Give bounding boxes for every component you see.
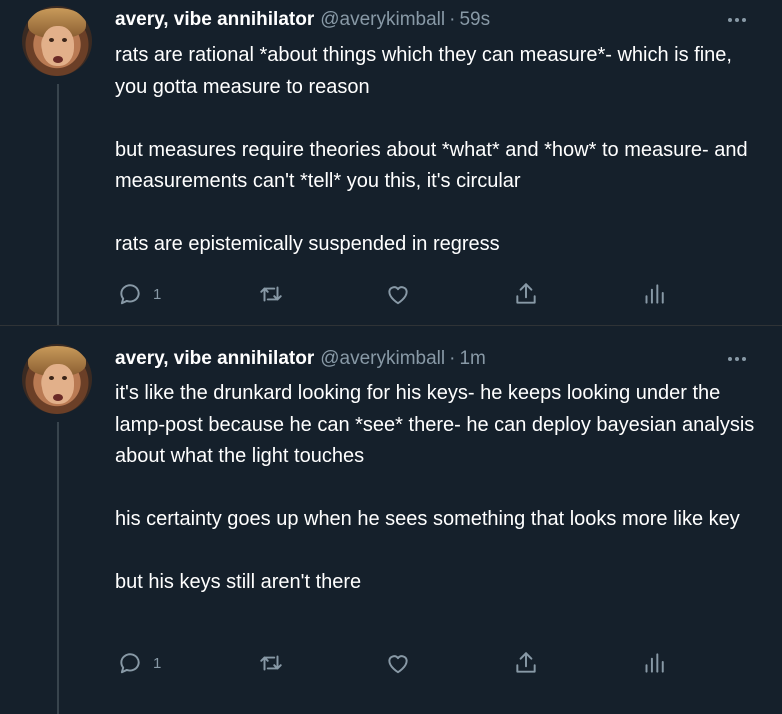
tweet-header: avery, vibe annihilator @averykimball · … — [115, 8, 490, 32]
reply-button[interactable]: 1 — [117, 649, 161, 677]
tweet-paragraph: it's like the drunkard looking for his k… — [115, 382, 755, 467]
tweet-paragraph: rats are rational *about things which th… — [115, 44, 732, 98]
tweet-paragraph: his certainty goes up when he sees somet… — [115, 508, 740, 530]
reply-icon — [120, 653, 140, 674]
avatar[interactable] — [22, 344, 92, 414]
like-button[interactable] — [385, 649, 411, 677]
handle[interactable]: @averykimball — [320, 348, 445, 370]
reply-button[interactable]: 1 — [117, 280, 161, 308]
share-button[interactable] — [513, 649, 539, 677]
analytics-icon — [645, 653, 664, 673]
tweet-actions: 1 — [115, 649, 675, 677]
avatar[interactable] — [22, 6, 92, 76]
analytics-button[interactable] — [640, 280, 666, 308]
tweet-paragraph: but his keys still aren't there — [115, 571, 362, 593]
like-button[interactable] — [385, 280, 411, 308]
handle[interactable]: @averykimball — [320, 9, 445, 31]
separator: · — [449, 9, 456, 30]
retweet-icon — [260, 286, 282, 302]
timestamp[interactable]: 59s — [459, 9, 490, 31]
like-icon — [388, 655, 408, 674]
tweet-actions: 1 — [115, 280, 675, 308]
tweet-text: rats are rational *about things which th… — [115, 40, 765, 261]
retweet-icon — [260, 655, 282, 671]
share-icon — [516, 283, 536, 304]
reply-count: 1 — [153, 285, 162, 303]
thread-line — [57, 422, 59, 714]
thread-line — [57, 84, 59, 325]
tweet[interactable]: avery, vibe annihilator @averykimball · … — [0, 325, 782, 714]
more-icon[interactable] — [724, 10, 750, 30]
share-button[interactable] — [513, 280, 539, 308]
more-icon[interactable] — [724, 349, 750, 369]
separator: · — [449, 348, 456, 369]
retweet-button[interactable] — [258, 280, 284, 308]
display-name[interactable]: avery, vibe annihilator — [115, 9, 314, 31]
reply-count: 1 — [153, 654, 162, 672]
display-name[interactable]: avery, vibe annihilator — [115, 348, 314, 370]
timestamp[interactable]: 1m — [459, 348, 485, 370]
like-icon — [388, 286, 408, 305]
share-icon — [516, 652, 536, 673]
analytics-button[interactable] — [640, 649, 666, 677]
tweet-paragraph: rats are epistemically suspended in regr… — [115, 233, 500, 255]
retweet-button[interactable] — [258, 649, 284, 677]
tweet[interactable]: avery, vibe annihilator @averykimball · … — [0, 0, 782, 325]
reply-icon — [120, 284, 140, 305]
analytics-icon — [645, 284, 664, 304]
tweet-text: it's like the drunkard looking for his k… — [115, 378, 765, 599]
tweet-paragraph: but measures require theories about *wha… — [115, 138, 748, 193]
tweet-header: avery, vibe annihilator @averykimball · … — [115, 347, 486, 371]
